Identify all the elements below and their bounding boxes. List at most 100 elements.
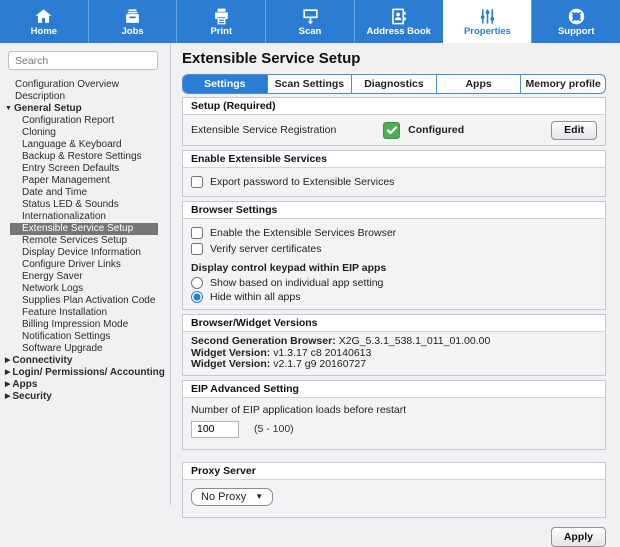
home-icon	[34, 7, 53, 26]
section-header: EIP Advanced Setting	[183, 381, 605, 398]
edit-button[interactable]: Edit	[551, 121, 597, 140]
version-line: Widget Version:v2.1.7 g9 20160727	[191, 359, 597, 371]
browser-widget-versions-section: Browser/Widget Versions Second Generatio…	[182, 314, 606, 376]
tree-expand-icon: ▶	[5, 357, 10, 364]
section-header: Browser/Widget Versions	[183, 315, 605, 332]
sidebar-item-general-setup[interactable]: ▼General Setup	[0, 103, 170, 115]
sidebar-item-connectivity[interactable]: ▶Connectivity	[0, 355, 170, 367]
sidebar-item-description[interactable]: Description	[0, 91, 170, 103]
version-value: X2G_5.3.1_538.1_011_01.00.00	[339, 335, 491, 347]
section-header: Setup (Required)	[183, 98, 605, 115]
proxy-selected-value: No Proxy	[201, 491, 246, 503]
sidebar-item-configuration-overview[interactable]: Configuration Overview	[0, 79, 170, 91]
version-label: Widget Version:	[191, 358, 270, 370]
sidebar-item-security[interactable]: ▶Security	[0, 391, 170, 403]
top-nav: Home Jobs Print Scan Address Book Proper…	[0, 0, 620, 43]
sidebar-item-software-upgrade[interactable]: Software Upgrade	[0, 343, 170, 355]
section-header: Enable Extensible Services	[183, 151, 605, 168]
show-keypad-radio[interactable]	[191, 277, 203, 289]
enable-browser-label: Enable the Extensible Services Browser	[210, 227, 396, 239]
sidebar: Configuration Overview Description ▼Gene…	[0, 43, 171, 505]
proxy-server-section: Proxy Server No Proxy ▼	[182, 462, 606, 518]
sidebar-item-label: Login/ Permissions/ Accounting	[12, 367, 164, 378]
sidebar-item-status-led-sounds[interactable]: Status LED & Sounds	[0, 199, 170, 211]
sidebar-item-notification-settings[interactable]: Notification Settings	[0, 331, 170, 343]
sidebar-item-configure-driver-links[interactable]: Configure Driver Links	[0, 259, 170, 271]
sidebar-item-language-keyboard[interactable]: Language & Keyboard	[0, 139, 170, 151]
jobs-icon	[123, 7, 142, 26]
version-line: Second Generation Browser:X2G_5.3.1_538.…	[191, 336, 597, 348]
sidebar-item-extensible-service-setup[interactable]: Extensible Service Setup	[10, 223, 158, 235]
registration-label: Extensible Service Registration	[191, 124, 383, 136]
search-input[interactable]	[8, 51, 158, 70]
proxy-select[interactable]: No Proxy ▼	[191, 488, 273, 506]
page-title: Extensible Service Setup	[182, 50, 612, 67]
eip-loads-input[interactable]	[191, 421, 239, 438]
sidebar-item-login-permissions-accounting[interactable]: ▶Login/ Permissions/ Accounting	[0, 367, 170, 379]
properties-icon	[478, 7, 497, 26]
enable-extensible-services-section: Enable Extensible Services Export passwo…	[182, 150, 606, 197]
sidebar-item-label: Security	[12, 391, 51, 402]
section-header: Browser Settings	[183, 202, 605, 219]
sidebar-item-display-device-information[interactable]: Display Device Information	[0, 247, 170, 259]
verify-certificates-label: Verify server certificates	[210, 243, 321, 255]
sidebar-item-cloning[interactable]: Cloning	[0, 127, 170, 139]
nav-tab-scan[interactable]: Scan	[265, 0, 354, 43]
print-icon	[212, 7, 231, 26]
nav-tab-label: Scan	[299, 27, 322, 37]
nav-tab-label: Home	[31, 27, 57, 37]
sidebar-tree: Configuration Overview Description ▼Gene…	[0, 79, 170, 403]
sidebar-item-billing-impression-mode[interactable]: Billing Impression Mode	[0, 319, 170, 331]
nav-tab-home[interactable]: Home	[0, 0, 88, 43]
keypad-group-label: Display control keypad within EIP apps	[191, 262, 597, 274]
sidebar-item-apps[interactable]: ▶Apps	[0, 379, 170, 391]
sidebar-item-internationalization[interactable]: Internationalization	[0, 211, 170, 223]
sidebar-item-date-and-time[interactable]: Date and Time	[0, 187, 170, 199]
sidebar-item-label: General Setup	[14, 103, 82, 114]
tab-scan-settings[interactable]: Scan Settings	[267, 75, 352, 93]
configured-check-icon	[383, 122, 400, 139]
eip-loads-label: Number of EIP application loads before r…	[191, 404, 597, 416]
sidebar-item-entry-screen-defaults[interactable]: Entry Screen Defaults	[0, 163, 170, 175]
nav-tab-address-book[interactable]: Address Book	[354, 0, 443, 43]
sidebar-item-configuration-report[interactable]: Configuration Report	[0, 115, 170, 127]
nav-tab-print[interactable]: Print	[176, 0, 265, 43]
setup-required-section: Setup (Required) Extensible Service Regi…	[182, 97, 606, 146]
sidebar-item-remote-services-setup[interactable]: Remote Services Setup	[0, 235, 170, 247]
show-keypad-label: Show based on individual app setting	[210, 277, 383, 289]
sidebar-item-energy-saver[interactable]: Energy Saver	[0, 271, 170, 283]
nav-tab-support[interactable]: Support	[531, 0, 620, 43]
nav-tab-label: Print	[210, 27, 232, 37]
export-password-checkbox[interactable]	[191, 176, 203, 188]
nav-tab-label: Support	[558, 27, 594, 37]
scan-icon	[301, 7, 320, 26]
export-password-label: Export password to Extensible Services	[210, 176, 394, 188]
enable-browser-checkbox[interactable]	[191, 227, 203, 239]
hide-keypad-label: Hide within all apps	[210, 291, 300, 303]
sidebar-item-supplies-plan-activation-code[interactable]: Supplies Plan Activation Code	[0, 295, 170, 307]
nav-tab-properties[interactable]: Properties	[443, 0, 532, 43]
tab-diagnostics[interactable]: Diagnostics	[351, 75, 436, 93]
section-header: Proxy Server	[183, 463, 605, 480]
verify-certificates-checkbox[interactable]	[191, 243, 203, 255]
eip-loads-range-hint: (5 - 100)	[254, 423, 294, 435]
version-value: v1.3.17 c8 20140613	[273, 347, 371, 359]
tab-memory-profile[interactable]: Memory profile	[520, 75, 605, 93]
apply-button[interactable]: Apply	[551, 527, 606, 547]
support-icon	[567, 7, 586, 26]
hide-keypad-radio[interactable]	[191, 291, 203, 303]
nav-tab-jobs[interactable]: Jobs	[88, 0, 177, 43]
version-label: Second Generation Browser:	[191, 335, 336, 347]
tab-apps[interactable]: Apps	[436, 75, 521, 93]
sidebar-item-paper-management[interactable]: Paper Management	[0, 175, 170, 187]
sidebar-item-feature-installation[interactable]: Feature Installation	[0, 307, 170, 319]
tree-expand-icon: ▶	[5, 393, 10, 400]
status-badge: Configured	[408, 124, 464, 136]
eip-advanced-setting-section: EIP Advanced Setting Number of EIP appli…	[182, 380, 606, 450]
chevron-down-icon: ▼	[255, 492, 263, 501]
sidebar-item-backup-restore-settings[interactable]: Backup & Restore Settings	[0, 151, 170, 163]
tab-settings[interactable]: Settings	[183, 75, 267, 93]
sidebar-item-label: Connectivity	[12, 355, 72, 366]
sidebar-item-network-logs[interactable]: Network Logs	[0, 283, 170, 295]
browser-settings-section: Browser Settings Enable the Extensible S…	[182, 201, 606, 310]
